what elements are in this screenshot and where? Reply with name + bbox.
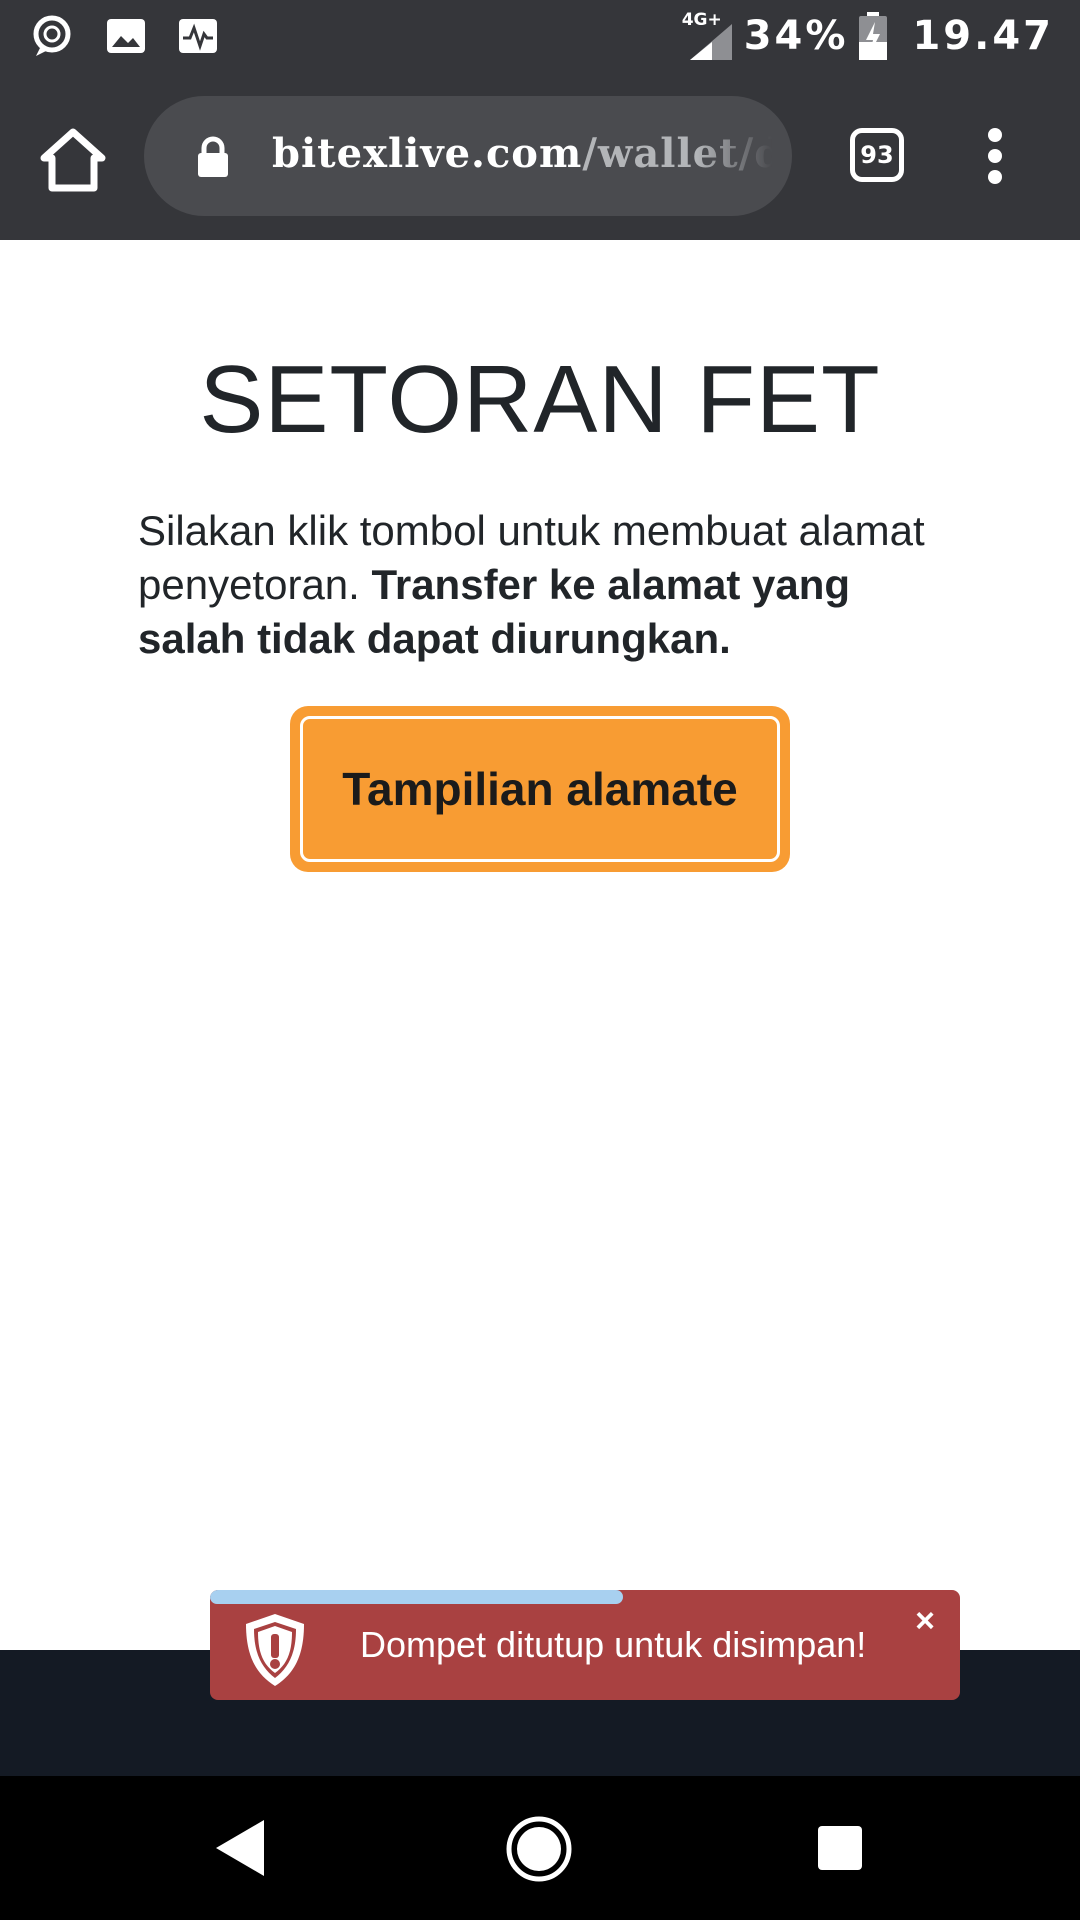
signal-icon: 4G+ [682, 10, 734, 62]
activity-notification-icon [179, 19, 217, 53]
system-navigation-bar [0, 1776, 1080, 1920]
chat-notification-icon [33, 15, 71, 56]
close-icon[interactable]: × [908, 1604, 942, 1638]
page-content: SETORAN FET Silakan klik tombol untuk me… [0, 240, 1080, 1650]
lock-icon [198, 136, 228, 177]
recents-icon[interactable] [818, 1826, 862, 1870]
address-bar[interactable]: bitexlive.com/wallet/de [144, 96, 792, 216]
toast-progress-bar [210, 1590, 623, 1604]
url-text[interactable]: bitexlive.com/wallet/de [272, 130, 772, 186]
tab-switcher-button[interactable]: 93 [850, 128, 904, 182]
show-address-button-label[interactable]: Tampilian alamate [300, 716, 780, 862]
url-path: /wallet/de [582, 130, 772, 177]
show-address-button[interactable]: Tampilian alamate [290, 706, 790, 872]
status-right: 4G+ 34% 19.47 [682, 10, 1054, 62]
page-title: SETORAN FET [199, 346, 881, 453]
back-icon[interactable] [214, 1818, 266, 1878]
deposit-instructions: Silakan klik tombol untuk membuat alamat… [138, 504, 958, 666]
overflow-menu-icon[interactable] [978, 128, 1014, 184]
shield-alert-icon [246, 1614, 304, 1686]
toast-message: Dompet ditutup untuk disimpan! [360, 1624, 867, 1665]
home-circle-icon[interactable] [506, 1816, 572, 1882]
error-toast[interactable]: Dompet ditutup untuk disimpan! × [210, 1590, 960, 1700]
gallery-notification-icon [107, 19, 145, 53]
battery-percent: 34% [743, 13, 849, 59]
home-icon[interactable] [38, 126, 108, 192]
battery-charging-icon [859, 12, 888, 60]
status-bar: 4G+ 34% 19.47 [0, 0, 1080, 72]
clock: 19.47 [912, 13, 1054, 59]
browser-toolbar: bitexlive.com/wallet/de 93 [0, 72, 1080, 240]
url-host: bitexlive.com [272, 130, 583, 177]
